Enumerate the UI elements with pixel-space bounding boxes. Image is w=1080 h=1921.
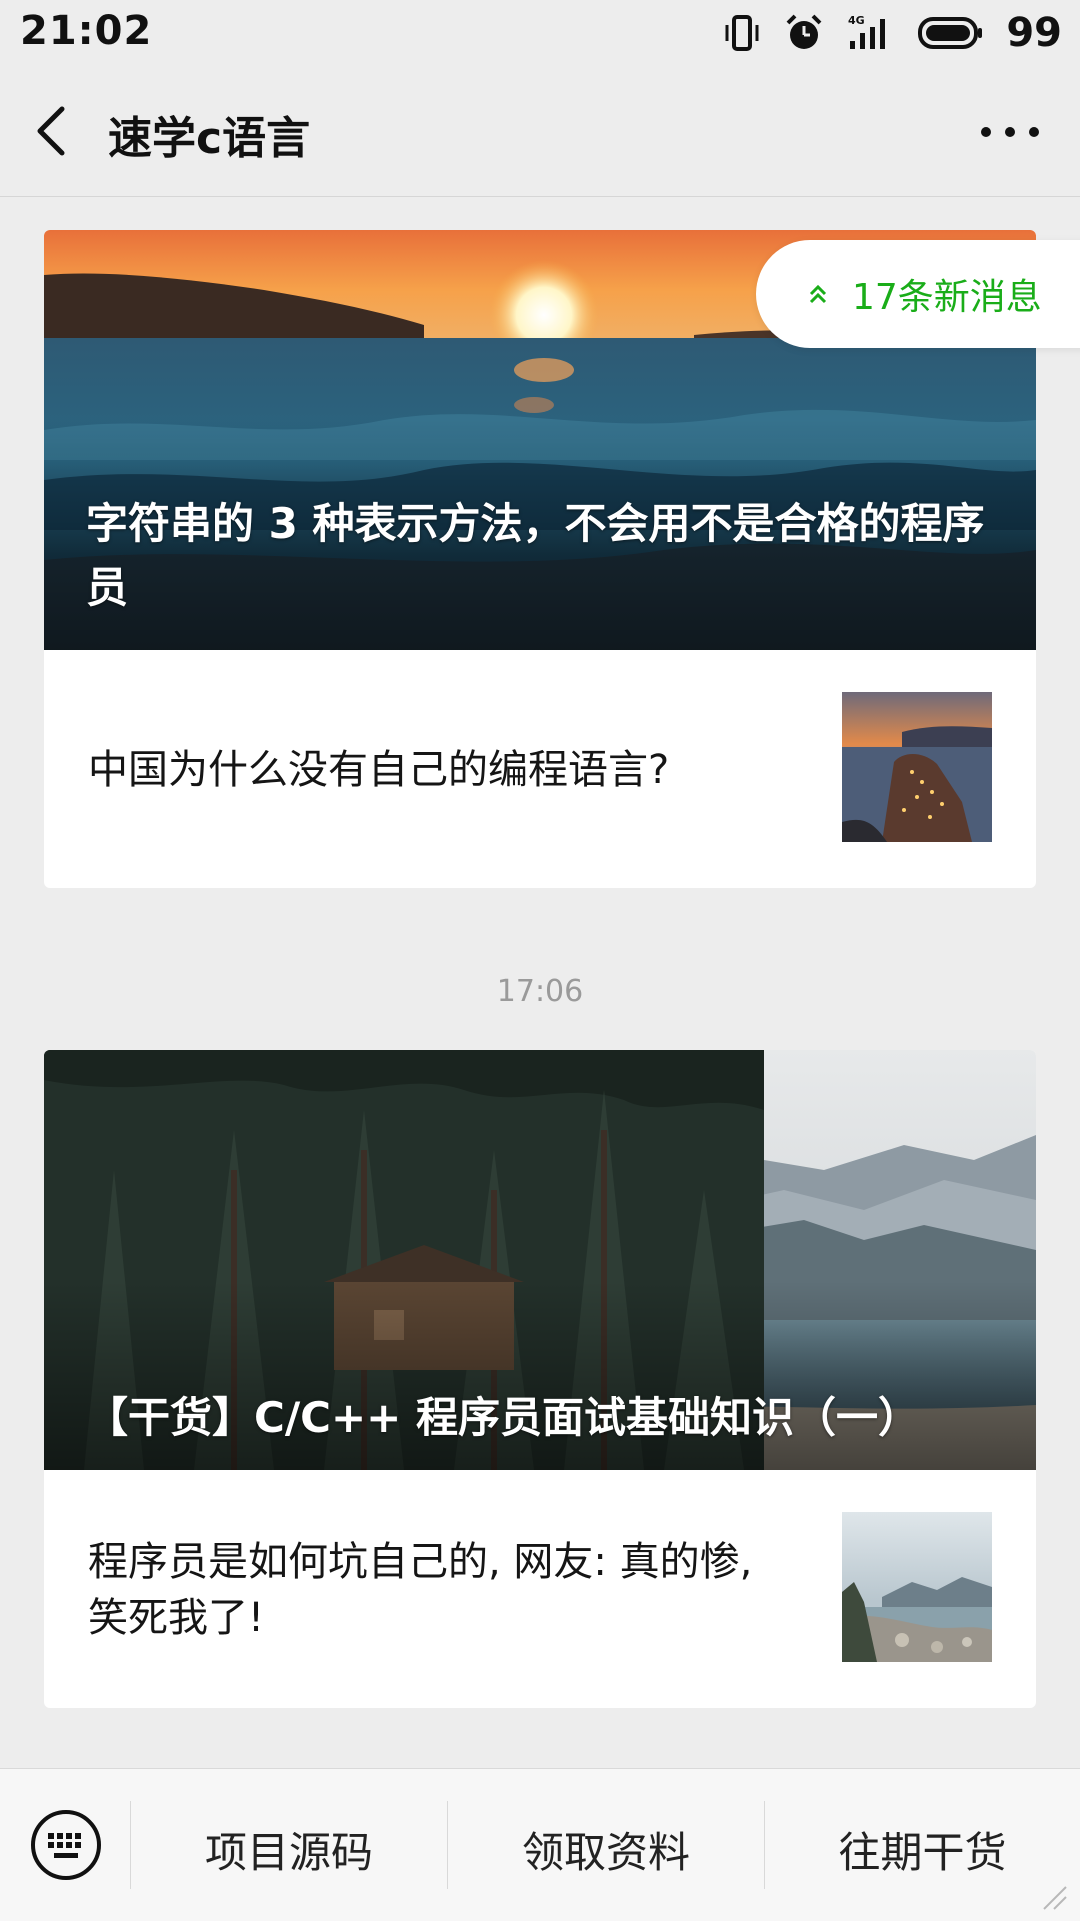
menu-item-get-materials[interactable]: 领取资料 [448, 1819, 764, 1877]
lakeside-image [842, 1512, 992, 1662]
article-title[interactable]: 字符串的 3 种表示方法，不会用不是合格的程序员 [86, 492, 996, 620]
battery-icon [918, 17, 983, 49]
new-messages-label: 17条新消息 [852, 277, 1042, 318]
bottom-menu: 项目源码 领取资料 往期干货 [0, 1768, 1080, 1921]
resize-corner-icon [1043, 1886, 1067, 1910]
article-subtitle[interactable]: 中国为什么没有自己的编程语言? [88, 742, 788, 798]
signal-icon: 4G [848, 14, 886, 49]
list-item[interactable]: 程序员是如何坑自己的, 网友: 真的惨, 笑死我了! [44, 1470, 1036, 1708]
article-title[interactable]: 【干货】C/C++ 程序员面试基础知识（一） [86, 1386, 996, 1450]
more-icon[interactable] [978, 120, 1042, 144]
page-title: 速学c语言 [108, 113, 311, 164]
chevron-left-icon[interactable] [30, 103, 74, 159]
thumbnail[interactable] [842, 692, 992, 842]
double-chevron-up-icon [809, 284, 827, 304]
menu-item-project-source[interactable]: 项目源码 [131, 1819, 447, 1877]
svg-text:4G: 4G [848, 14, 865, 27]
list-item[interactable]: 中国为什么没有自己的编程语言? [44, 650, 1036, 888]
status-icons: 4G 99 [722, 10, 1062, 56]
alarm-icon [786, 14, 822, 49]
keyboard-icon[interactable] [30, 1809, 102, 1881]
article-card[interactable]: 【干货】C/C++ 程序员面试基础知识（一） 程序员是如何坑自己的, 网友: 真… [44, 1050, 1036, 1708]
new-messages-button[interactable]: 17条新消息 [756, 240, 1080, 348]
battery-level: 99 [1006, 10, 1062, 56]
thumbnail[interactable] [842, 1512, 992, 1662]
cover-image[interactable]: 【干货】C/C++ 程序员面试基础知识（一） [44, 1050, 1036, 1470]
timestamp: 17:06 [496, 974, 584, 1009]
vibrate-icon [725, 15, 759, 51]
article-subtitle[interactable]: 程序员是如何坑自己的, 网友: 真的惨, 笑死我了! [88, 1534, 788, 1646]
coastal-town-image [842, 692, 992, 842]
status-bar: 21:02 4G 99 [0, 0, 1080, 66]
title-bar: 速学c语言 [0, 66, 1080, 197]
menu-item-past-articles[interactable]: 往期干货 [765, 1819, 1080, 1877]
status-time: 21:02 [20, 8, 153, 54]
